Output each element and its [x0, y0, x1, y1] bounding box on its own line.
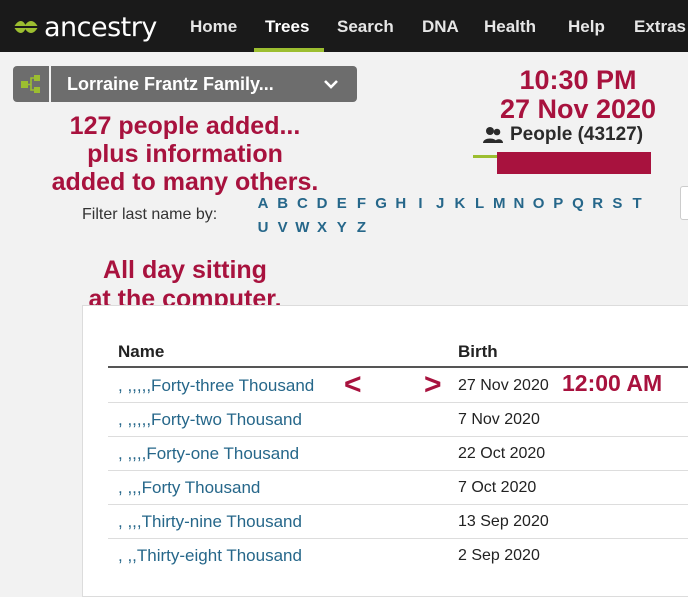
filter-label: Filter last name by: — [82, 206, 218, 223]
birth-date: 13 Sep 2020 — [458, 513, 549, 530]
nav-search[interactable]: Search — [337, 17, 394, 37]
tree-name-label: Lorraine Frantz Family... — [67, 74, 274, 94]
letter-filter-a[interactable]: A — [254, 192, 272, 216]
letter-filter-h[interactable]: H — [392, 192, 410, 216]
annotation-added-line2: plus information — [87, 140, 283, 168]
annotation-redaction-bar — [497, 152, 651, 174]
letter-filter-i[interactable]: I — [412, 192, 430, 216]
people-count[interactable]: People (43127) — [482, 124, 643, 146]
letter-filter-z[interactable]: Z — [352, 216, 370, 240]
leaf-logo-icon — [13, 21, 39, 33]
nav-health[interactable]: Health — [484, 17, 536, 37]
letter-filter-u[interactable]: U — [254, 216, 272, 240]
search-name-input[interactable] — [680, 186, 688, 220]
letter-filter-x[interactable]: X — [313, 216, 331, 240]
letter-filter-g[interactable]: G — [372, 192, 390, 216]
row-divider — [108, 436, 688, 437]
annotation-day-line1: All day sitting — [103, 256, 267, 284]
ancestry-logo[interactable]: ancestry — [12, 11, 157, 43]
birth-date: 7 Nov 2020 — [458, 411, 540, 428]
chevron-down-icon — [324, 80, 338, 89]
tree-view-button[interactable] — [13, 66, 49, 102]
annotation-midnight: 12:00 AM — [562, 370, 663, 396]
tree-selector-dropdown[interactable]: Lorraine Frantz Family... — [51, 66, 357, 102]
nav-trees[interactable]: Trees — [265, 17, 309, 37]
annotation-date: 27 Nov 2020 — [499, 94, 657, 124]
letter-filter-d[interactable]: D — [313, 192, 331, 216]
person-name-link[interactable]: , ,,,,,Forty-two Thousand — [118, 410, 302, 430]
nav-dna[interactable]: DNA — [422, 17, 459, 37]
column-header-name[interactable]: Name — [118, 342, 164, 362]
nav-extras[interactable]: Extras — [634, 17, 686, 37]
person-name-link[interactable]: , ,,Thirty-eight Thousand — [118, 546, 302, 566]
letter-filter-k[interactable]: K — [451, 192, 469, 216]
letter-filter-q[interactable]: Q — [569, 192, 587, 216]
annotation-people-added: 127 people added... plus information add… — [20, 112, 350, 196]
annotation-right-arrow: > — [424, 368, 442, 401]
letter-filter-o[interactable]: O — [530, 192, 548, 216]
active-tab-indicator — [254, 48, 324, 52]
people-count-label: People (43127) — [510, 124, 644, 145]
letter-filter-p[interactable]: P — [549, 192, 567, 216]
row-divider — [108, 470, 688, 471]
people-tab-indicator — [473, 155, 499, 158]
annotation-left-arrow: < — [344, 368, 362, 401]
letter-filter-v[interactable]: V — [274, 216, 292, 240]
letter-filter-w[interactable]: W — [293, 216, 311, 240]
annotation-added-line1: 127 people added... — [69, 112, 301, 140]
letter-filter-f[interactable]: F — [352, 192, 370, 216]
row-divider — [108, 402, 688, 403]
nav-home[interactable]: Home — [190, 17, 237, 37]
letter-filter: ABCDEFGHIJKLMNOPQRST UVWXYZ — [254, 192, 674, 240]
letter-filter-j[interactable]: J — [431, 192, 449, 216]
letter-filter-m[interactable]: M — [490, 192, 508, 216]
person-name-link[interactable]: , ,,,Thirty-nine Thousand — [118, 512, 302, 532]
letter-filter-l[interactable]: L — [471, 192, 489, 216]
annotation-time: 10:30 PM — [519, 65, 637, 95]
column-header-birth[interactable]: Birth — [458, 342, 498, 362]
nav-help[interactable]: Help — [568, 17, 605, 37]
person-name-link[interactable]: , ,,,,,Forty-three Thousand — [118, 376, 314, 396]
letter-filter-b[interactable]: B — [274, 192, 292, 216]
person-name-link[interactable]: , ,,,,Forty-one Thousand — [118, 444, 299, 464]
letter-filter-s[interactable]: S — [608, 192, 626, 216]
birth-date: 22 Oct 2020 — [458, 445, 546, 462]
letter-filter-c[interactable]: C — [293, 192, 311, 216]
birth-date: 27 Nov 2020 — [458, 377, 549, 394]
family-tree-icon — [21, 75, 40, 93]
row-divider — [108, 538, 688, 539]
top-nav: ancestry Home Trees Search DNA Health He… — [0, 0, 688, 52]
header-divider — [108, 366, 688, 368]
letter-filter-n[interactable]: N — [510, 192, 528, 216]
birth-date: 2 Sep 2020 — [458, 547, 540, 564]
letter-filter-r[interactable]: R — [589, 192, 607, 216]
annotation-timestamp: 10:30 PM 27 Nov 2020 — [478, 66, 678, 124]
letter-filter-t[interactable]: T — [628, 192, 646, 216]
birth-date: 7 Oct 2020 — [458, 479, 537, 496]
person-name-link[interactable]: , ,,,Forty Thousand — [118, 478, 260, 498]
letter-filter-y[interactable]: Y — [333, 216, 351, 240]
row-divider — [108, 504, 688, 505]
people-icon — [483, 127, 503, 143]
logo-text: ancestry — [44, 11, 157, 43]
letter-filter-e[interactable]: E — [333, 192, 351, 216]
